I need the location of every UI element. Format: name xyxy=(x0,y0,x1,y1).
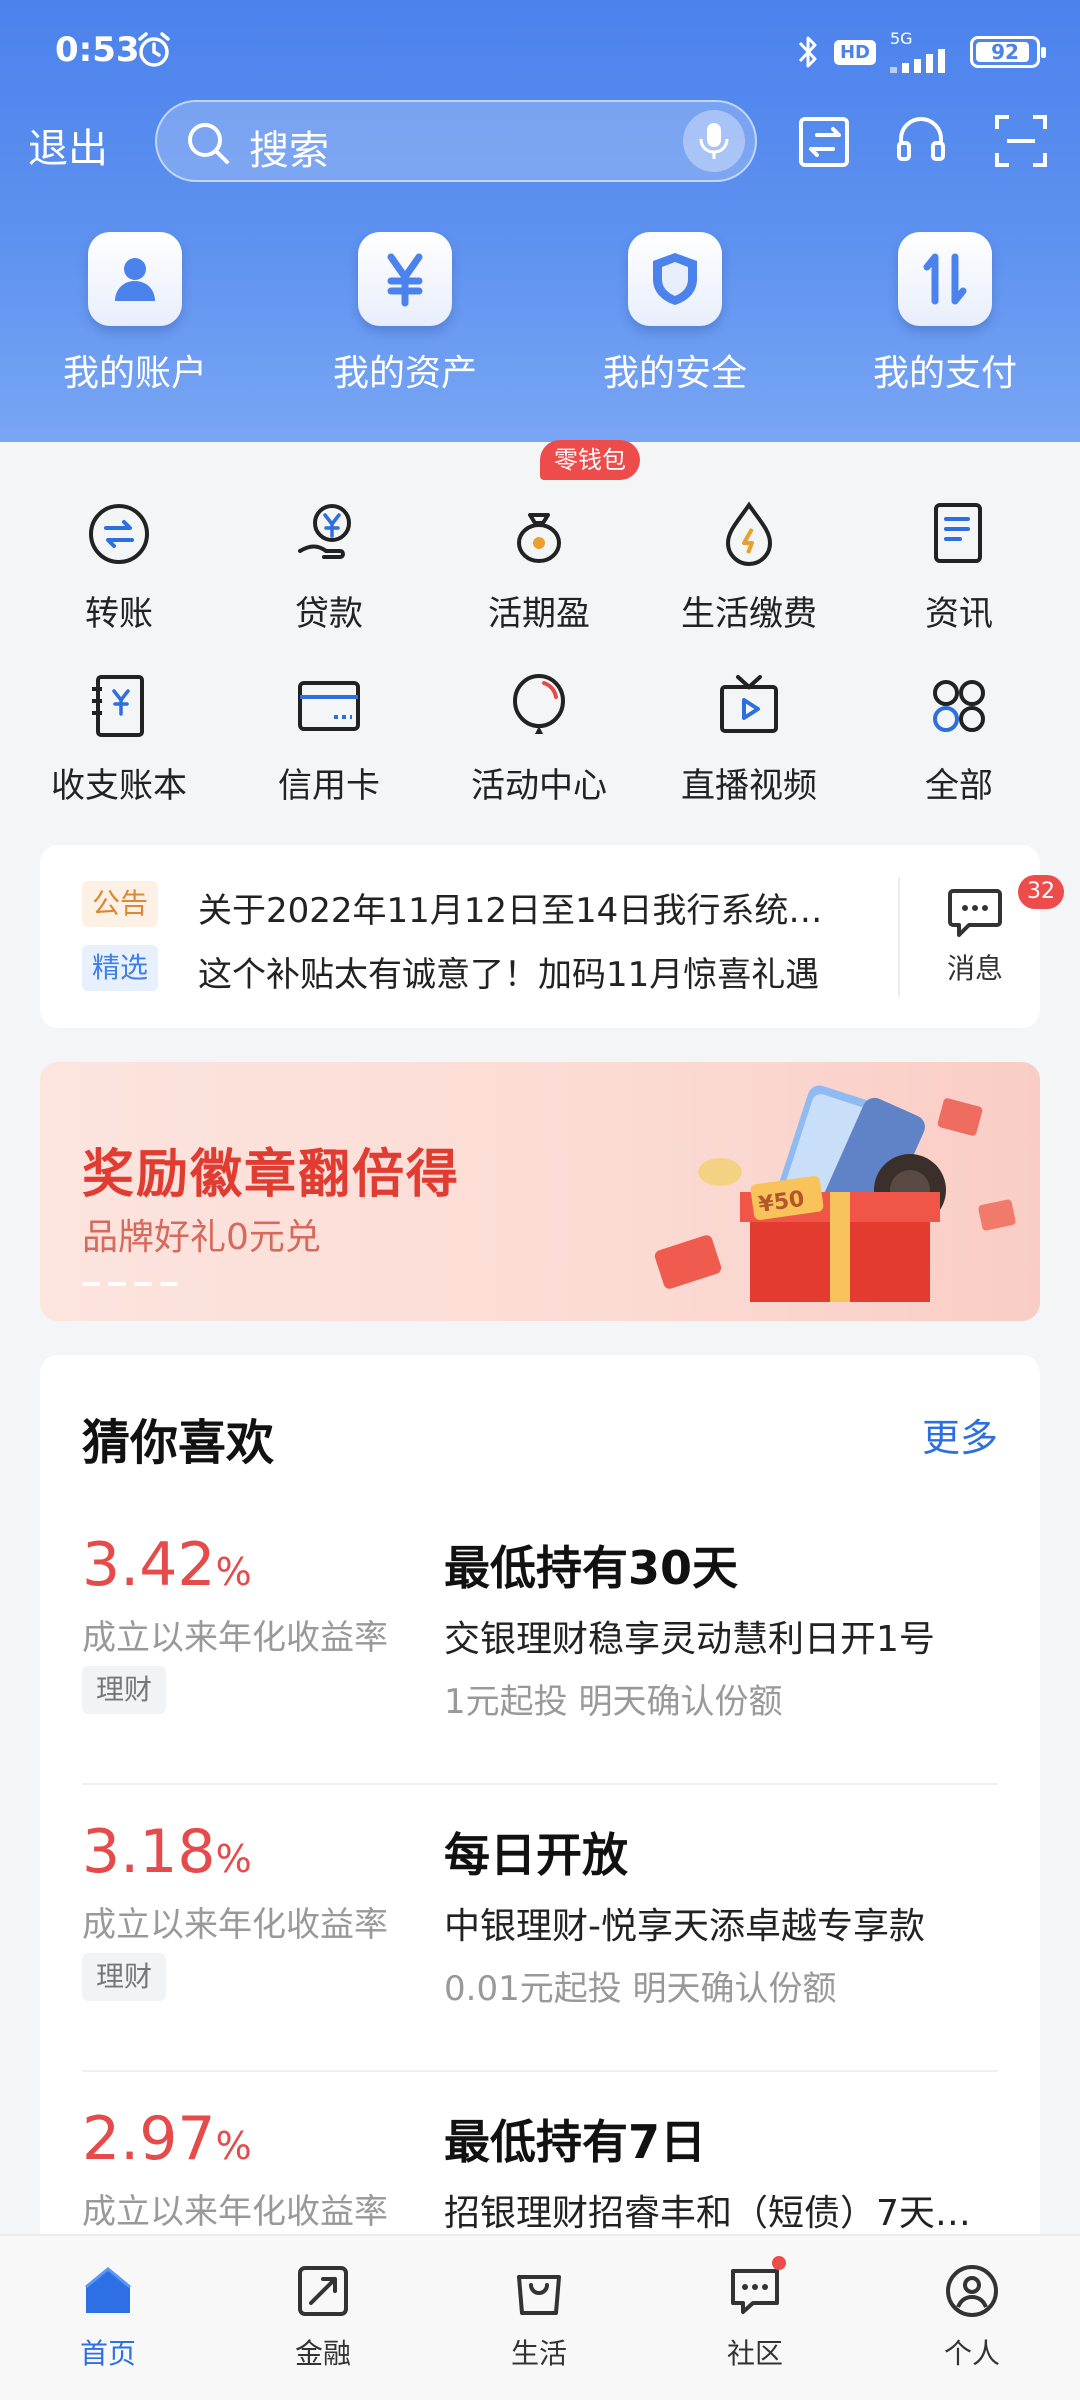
grid-icon xyxy=(917,664,1001,748)
yen-icon xyxy=(358,232,452,326)
product-tag: 理财 xyxy=(82,1953,167,2001)
shopping-bag-icon xyxy=(506,2258,572,2324)
featured-headline[interactable]: 这个补贴太有诚意了！加码11月惊喜礼遇 xyxy=(198,947,848,996)
scan-icon[interactable] xyxy=(988,108,1054,174)
hd-badge: HD xyxy=(833,39,876,65)
product-tag: 理财 xyxy=(82,1666,167,1714)
notice-tag: 公告 xyxy=(82,881,159,927)
service-transfer[interactable]: 转账 xyxy=(19,492,219,635)
product-headline: 最低持有30天 xyxy=(444,1541,739,1595)
notification-dot xyxy=(772,2256,786,2270)
product-headline: 最低持有7日 xyxy=(444,2115,707,2169)
nav-finance[interactable]: 金融 xyxy=(243,2258,403,2372)
my-security-entry[interactable]: 我的安全 xyxy=(575,232,775,396)
shield-icon xyxy=(628,232,722,326)
product-desc: 1元起投 明天确认份额 xyxy=(444,1682,783,1722)
profile-icon xyxy=(939,2258,1005,2324)
top-bar: 退出 搜索 xyxy=(0,98,1080,186)
nav-profile[interactable]: 个人 xyxy=(892,2258,1052,2372)
product-item[interactable]: 3.42% 成立以来年化收益率 理财 最低持有30天 交银理财稳享灵动慧利日开1… xyxy=(82,1498,998,1785)
product-item[interactable]: 3.18% 成立以来年化收益率 理财 每日开放 中银理财-悦享天添卓越专享款 0… xyxy=(82,1785,998,2072)
main-entries: 我的账户 我的资产 我的安全 我的支付 xyxy=(0,232,1080,402)
nav-community[interactable]: 社区 xyxy=(675,2256,835,2372)
message-count-badge: 32 xyxy=(1018,875,1064,909)
service-live-video[interactable]: 直播视频 xyxy=(649,664,849,807)
microphone-icon[interactable] xyxy=(683,110,745,172)
recommend-title: 猜你喜欢 xyxy=(82,1415,275,1471)
service-credit-card[interactable]: 信用卡 xyxy=(229,664,429,807)
my-payment-entry[interactable]: 我的支付 xyxy=(845,232,1045,396)
gift-box-illustration: ¥50 xyxy=(654,1085,1016,1302)
banner-subtitle: 品牌好礼0元兑 xyxy=(82,1217,321,1258)
service-current-deposit[interactable]: 活期盈 xyxy=(439,492,639,635)
product-rate-label: 成立以来年化收益率 xyxy=(82,2192,388,2232)
finance-icon xyxy=(290,2258,356,2324)
product-rate-label: 成立以来年化收益率 xyxy=(82,1618,388,1658)
message-icon xyxy=(948,889,1002,937)
person-icon xyxy=(88,232,182,326)
product-rate: 2.97% xyxy=(82,2104,252,2174)
divider xyxy=(898,877,900,997)
banner-title: 奖励徽章翻倍得 xyxy=(82,1145,461,1205)
product-name: 交银理财稳享灵动慧利日开1号 xyxy=(444,1619,935,1660)
product-name: 中银理财-悦享天添卓越专享款 xyxy=(444,1906,925,1947)
messages-button[interactable]: 消息 32 xyxy=(930,875,1064,987)
status-time: 0:53 xyxy=(55,30,140,70)
transfer-icon xyxy=(77,492,161,576)
moneybag-icon xyxy=(497,492,581,576)
signal-icon: 5G xyxy=(890,31,956,73)
notice-card: 公告 关于2022年11月12日至14日我行系统升级的公告 精选 这个补贴太有诚… xyxy=(40,845,1064,1028)
logout-button[interactable]: 退出 xyxy=(28,116,108,174)
featured-tag: 精选 xyxy=(82,945,159,991)
bluetooth-icon xyxy=(798,36,817,68)
service-ledger[interactable]: 收支账本 xyxy=(19,664,219,807)
service-utility-payment[interactable]: 生活缴费 xyxy=(649,492,849,635)
utility-drop-icon xyxy=(707,492,791,576)
credit-card-icon xyxy=(287,664,371,748)
home-icon xyxy=(75,2258,141,2324)
banner-indicator xyxy=(82,1282,178,1286)
service-all[interactable]: 全部 xyxy=(859,664,1059,807)
nav-home[interactable]: 首页 xyxy=(28,2258,188,2372)
product-rate: 3.42% xyxy=(82,1530,252,1600)
service-news[interactable]: 资讯 xyxy=(859,492,1059,635)
status-bar: 0:53 HD 5G 92 xyxy=(0,0,1080,100)
tv-play-icon xyxy=(707,664,791,748)
bottom-nav: 首页 金融 生活 社区 个人 xyxy=(0,2234,1080,2400)
battery-icon: 92 xyxy=(970,36,1046,68)
alarm-icon xyxy=(134,30,174,74)
status-right: HD 5G 92 xyxy=(796,28,1046,76)
balloon-icon xyxy=(497,664,581,748)
more-link[interactable]: 更多 xyxy=(922,1407,998,1462)
community-chat-icon xyxy=(722,2256,788,2324)
nav-life[interactable]: 生活 xyxy=(459,2258,619,2372)
loan-icon xyxy=(287,492,371,576)
search-input[interactable]: 搜索 xyxy=(249,118,329,176)
ledger-icon xyxy=(77,664,161,748)
product-name: 招银理财招睿丰和（短债）7天持有 xyxy=(444,2193,984,2234)
product-headline: 每日开放 xyxy=(444,1828,628,1882)
header: 0:53 HD 5G 92 退出 搜索 我的账户 我的资产 我的安全 我的支付 xyxy=(0,0,1080,442)
notice-headline[interactable]: 关于2022年11月12日至14日我行系统升级的公告 xyxy=(198,883,848,932)
search-icon xyxy=(185,120,233,172)
my-assets-entry[interactable]: 我的资产 xyxy=(305,232,505,396)
product-desc: 0.01元起投 明天确认份额 xyxy=(444,1969,837,2009)
service-loan[interactable]: 贷款 xyxy=(229,492,429,635)
service-grid: 转账 贷款 活期盈 生活缴费 资讯 零钱包 收支账本 信用卡 活动中心 直播视频… xyxy=(0,440,1080,806)
transfer-scan-icon[interactable] xyxy=(792,108,858,174)
news-icon xyxy=(917,492,1001,576)
transfer-arrows-icon xyxy=(898,232,992,326)
promo-banner[interactable]: 奖励徽章翻倍得 品牌好礼0元兑 ¥50 xyxy=(40,1062,1040,1321)
product-rate: 3.18% xyxy=(82,1817,252,1887)
my-account-entry[interactable]: 我的账户 xyxy=(35,232,235,396)
service-activity-center[interactable]: 活动中心 xyxy=(439,664,639,807)
product-rate-label: 成立以来年化收益率 xyxy=(82,1905,388,1945)
search-bar[interactable]: 搜索 xyxy=(155,100,757,182)
wallet-badge: 零钱包 xyxy=(540,440,640,480)
customer-service-icon[interactable] xyxy=(888,108,954,174)
